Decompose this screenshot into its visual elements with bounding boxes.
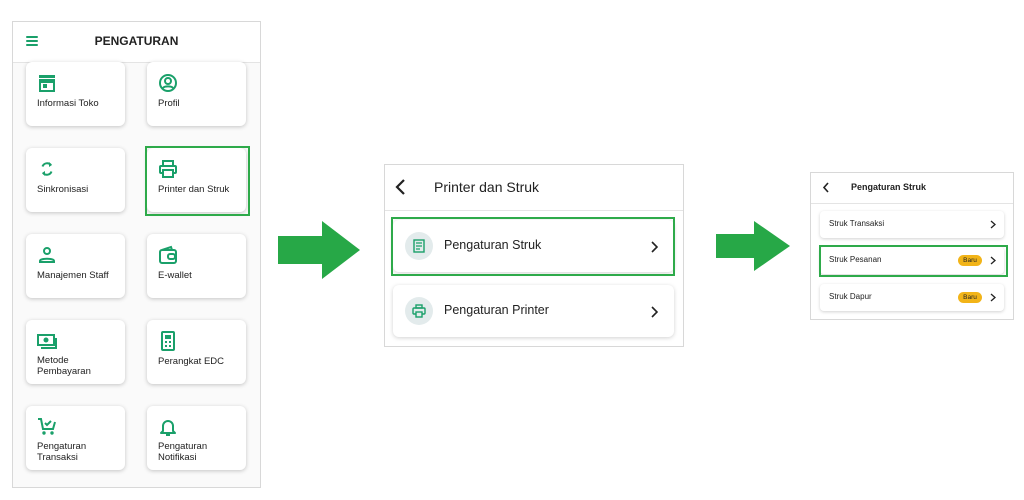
store-icon [39, 75, 55, 92]
highlight-struk-pesanan [819, 245, 1008, 277]
bell-icon [160, 420, 176, 436]
card-e-wallet[interactable]: E-wallet [147, 234, 246, 298]
cart-check-icon [38, 418, 56, 435]
chevron-right-icon [990, 220, 996, 229]
card-label: Perangkat EDC [158, 356, 225, 367]
settings-header: PENGATURAN [13, 22, 260, 63]
card-perangkat-edc[interactable]: Perangkat EDC [147, 320, 246, 384]
edc-device-icon [161, 331, 175, 351]
flow-arrow-icon [716, 221, 790, 271]
card-label: Sinkronisasi [37, 184, 89, 195]
back-arrow-icon[interactable] [822, 182, 830, 193]
cash-icon [37, 334, 57, 349]
user-circle-icon [159, 74, 177, 92]
flow-arrow-icon [278, 221, 360, 279]
card-informasi-toko[interactable]: Informasi Toko [26, 62, 125, 126]
card-metode-pembayaran[interactable]: Metode Pembayaran [26, 320, 125, 384]
wallet-icon [159, 245, 177, 264]
menu-item-pengaturan-printer[interactable]: Pengaturan Printer [393, 285, 674, 337]
card-pengaturan-transaksi[interactable]: Pengaturan Transaksi [26, 406, 125, 470]
sync-icon [41, 162, 53, 176]
card-pengaturan-notifikasi[interactable]: Pengaturan Notifikasi [147, 406, 246, 470]
chevron-right-icon [651, 306, 658, 318]
card-manajemen-staff[interactable]: Manajemen Staff [26, 234, 125, 298]
card-label: Informasi Toko [37, 98, 99, 109]
card-profil[interactable]: Profil [147, 62, 246, 126]
menu-item-struk-dapur[interactable]: Struk Dapur Baru [820, 284, 1004, 311]
back-arrow-icon[interactable] [394, 178, 408, 196]
menu-item-label: Pengaturan Printer [444, 303, 549, 317]
panel-header: Printer dan Struk [385, 165, 683, 211]
panel-header: Pengaturan Struk [811, 173, 1013, 204]
card-label: E-wallet [158, 270, 192, 281]
card-sinkronisasi[interactable]: Sinkronisasi [26, 148, 125, 212]
settings-panel: PENGATURAN Informasi Toko Profil Sinkron… [12, 21, 261, 488]
menu-item-struk-transaksi[interactable]: Struk Transaksi [820, 211, 1004, 238]
chevron-right-icon [990, 293, 996, 302]
highlight-printer-dan-struk [145, 146, 250, 216]
card-label: Metode Pembayaran [37, 355, 91, 377]
page-title: PENGATURAN [94, 34, 179, 48]
card-label: Pengaturan Notifikasi [158, 441, 208, 463]
menu-item-label: Struk Dapur [829, 292, 872, 301]
card-label: Manajemen Staff [37, 270, 109, 281]
page-title: Pengaturan Struk [851, 182, 927, 192]
new-badge: Baru [958, 292, 982, 303]
highlight-pengaturan-struk [391, 217, 675, 276]
card-label: Pengaturan Transaksi [37, 441, 87, 463]
person-icon [39, 247, 55, 263]
menu-item-label: Struk Transaksi [829, 219, 885, 228]
page-title: Printer dan Struk [434, 179, 540, 195]
card-label: Profil [158, 98, 180, 109]
printer-icon [405, 297, 433, 325]
